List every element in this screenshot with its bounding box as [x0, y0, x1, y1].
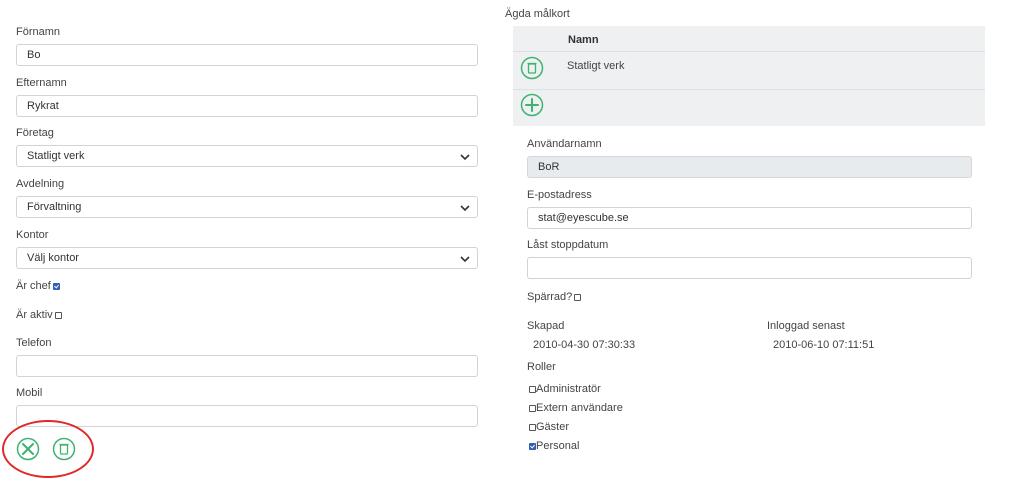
plus-circle-icon	[520, 93, 544, 117]
role-label: Gäster	[536, 421, 570, 433]
blocked-label: Spärrad?	[527, 291, 573, 303]
role-item-external-user[interactable]: Extern användare	[529, 402, 623, 414]
delete-card-button[interactable]	[520, 56, 544, 80]
is-chef-row: Är chef	[16, 280, 60, 292]
role-label: Personal	[536, 440, 580, 452]
red-annotation-circle	[2, 420, 94, 478]
is-active-checkbox[interactable]	[54, 311, 62, 319]
mobile-label: Mobil	[16, 387, 43, 399]
department-select-value: Förvaltning	[27, 201, 82, 213]
first-name-input[interactable]: Bo	[16, 44, 478, 66]
lock-stop-date-label: Låst stoppdatum	[527, 239, 609, 251]
mobile-input[interactable]	[16, 405, 478, 427]
role-checkbox[interactable]	[529, 423, 536, 431]
username-field: BoR	[527, 156, 972, 178]
last-name-label: Efternamn	[16, 77, 67, 89]
chevron-down-icon	[460, 205, 470, 212]
last-login-label: Inloggad senast	[767, 320, 845, 332]
chevron-down-icon	[460, 154, 470, 161]
email-input[interactable]: stat@eyescube.se	[527, 207, 972, 229]
department-label: Avdelning	[16, 178, 65, 190]
chevron-down-icon	[460, 256, 470, 263]
blocked-checkbox[interactable]	[574, 293, 582, 301]
created-value: 2010-04-30 07:30:33	[533, 339, 636, 351]
department-select[interactable]: Förvaltning	[16, 196, 478, 218]
company-select-value: Statligt verk	[27, 150, 85, 162]
phone-input[interactable]	[16, 355, 478, 377]
trash-icon	[520, 56, 544, 80]
last-login-value: 2010-06-10 07:11:51	[773, 339, 875, 351]
role-item-administrator[interactable]: Administratör	[529, 383, 601, 395]
username-label: Användarnamn	[527, 138, 602, 150]
phone-label: Telefon	[16, 337, 52, 349]
company-label: Företag	[16, 127, 54, 139]
office-label: Kontor	[16, 229, 49, 241]
add-card-button[interactable]	[520, 93, 544, 117]
role-checkbox[interactable]	[529, 442, 536, 450]
created-label: Skapad	[527, 320, 565, 332]
is-chef-checkbox[interactable]	[52, 282, 60, 290]
role-label: Administratör	[536, 383, 601, 395]
is-chef-label: Är chef	[16, 280, 51, 292]
company-select[interactable]: Statligt verk	[16, 145, 478, 167]
office-select-value: Välj kontor	[27, 252, 79, 264]
table-header-name: Namn	[568, 34, 599, 46]
first-name-label: Förnamn	[16, 26, 61, 38]
role-checkbox[interactable]	[529, 404, 536, 412]
role-item-personnel[interactable]: Personal	[529, 440, 579, 452]
role-checkbox[interactable]	[529, 385, 536, 393]
last-name-input[interactable]: Rykrat	[16, 95, 478, 117]
role-label: Extern användare	[536, 402, 623, 414]
is-active-label: Är aktiv	[16, 309, 53, 321]
roles-title: Roller	[527, 361, 556, 373]
role-item-guests[interactable]: Gäster	[529, 421, 569, 433]
is-active-row: Är aktiv	[16, 309, 62, 321]
blocked-row: Spärrad?	[527, 291, 582, 303]
email-label: E-postadress	[527, 189, 592, 201]
table-add-row	[513, 89, 985, 126]
lock-stop-date-input[interactable]	[527, 257, 972, 279]
office-select[interactable]: Välj kontor	[16, 247, 478, 269]
table-cell-name: Statligt verk	[567, 60, 625, 72]
owned-cards-title: Ägda målkort	[505, 8, 570, 20]
